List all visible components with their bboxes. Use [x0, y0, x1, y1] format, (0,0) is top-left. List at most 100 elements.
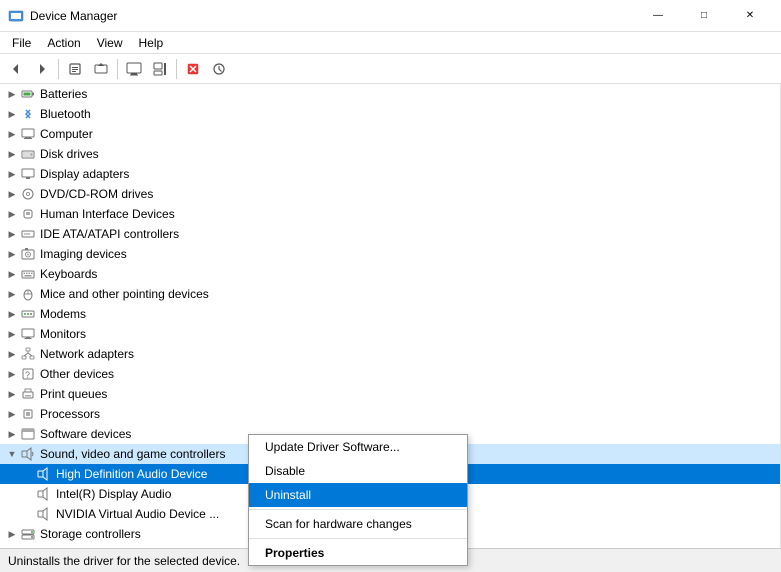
tree-item-label: Modems [40, 307, 86, 321]
window-controls[interactable]: — □ ✕ [635, 0, 773, 32]
toolbar [0, 54, 781, 84]
expand-arrow: ▶ [4, 346, 20, 362]
menu-bar: File Action View Help [0, 32, 781, 54]
audio-device-icon [36, 506, 52, 522]
hid-icon [20, 206, 36, 222]
expand-arrow: ▶ [4, 126, 20, 142]
modem-icon [20, 306, 36, 322]
expand-arrow: ▶ [4, 86, 20, 102]
expand-arrow: ▼ [4, 446, 20, 462]
storage-icon [20, 526, 36, 542]
minimize-button[interactable]: — [635, 0, 681, 32]
ctx-uninstall[interactable]: Uninstall [249, 483, 467, 507]
tree-item-computer[interactable]: ▶ Computer [0, 124, 780, 144]
tree-item-modems[interactable]: ▶ Modems [0, 304, 780, 324]
tree-item-label: Disk drives [40, 147, 99, 161]
network-icon [20, 346, 36, 362]
toolbar-separator-2 [117, 59, 118, 79]
tree-item-hid[interactable]: ▶ Human Interface Devices [0, 204, 780, 224]
tree-item-label: Intel(R) Display Audio [56, 487, 171, 501]
uninstall-toolbar-button[interactable] [181, 57, 205, 81]
display-button[interactable] [122, 57, 146, 81]
tree-item-label: System devices [40, 547, 124, 548]
ctx-properties[interactable]: Properties [249, 541, 467, 565]
maximize-button[interactable]: □ [681, 0, 727, 32]
software-icon [20, 426, 36, 442]
tree-item-label: Computer [40, 127, 93, 141]
tree-item-monitors[interactable]: ▶ Monitors [0, 324, 780, 344]
tree-item-label: High Definition Audio Device [56, 467, 207, 481]
tree-item-label: Sound, video and game controllers [40, 447, 225, 461]
other-icon: ? [20, 366, 36, 382]
tree-item-label: Human Interface Devices [40, 207, 175, 221]
disk-icon [20, 146, 36, 162]
audio-device-icon [36, 486, 52, 502]
tree-item-batteries[interactable]: ▶ Batteries [0, 84, 780, 104]
title-bar: Device Manager — □ ✕ [0, 0, 781, 32]
update-driver-button[interactable] [89, 57, 113, 81]
expand-arrow: ▶ [4, 326, 20, 342]
ctx-separator [249, 509, 467, 510]
tree-item-label: Storage controllers [40, 527, 141, 541]
tree-item-ide[interactable]: ▶ IDE ATA/ATAPI controllers [0, 224, 780, 244]
audio-device-icon [36, 466, 52, 482]
expand-arrow: ▶ [4, 246, 20, 262]
battery-icon [20, 86, 36, 102]
tree-item-label: Processors [40, 407, 100, 421]
tree-item-disk-drives[interactable]: ▶ Disk drives [0, 144, 780, 164]
menu-view[interactable]: View [89, 34, 131, 52]
forward-button[interactable] [30, 57, 54, 81]
tree-item-processors[interactable]: ▶ Processors [0, 404, 780, 424]
toolbar-separator-3 [176, 59, 177, 79]
tree-item-label: Keyboards [40, 267, 97, 281]
mouse-icon [20, 286, 36, 302]
tree-item-keyboards[interactable]: ▶ Keyboards [0, 264, 780, 284]
ctx-scan[interactable]: Scan for hardware changes [249, 512, 467, 536]
tree-item-imaging[interactable]: ▶ Imaging devices [0, 244, 780, 264]
dvd-icon [20, 186, 36, 202]
tree-item-print[interactable]: ▶ Print queues [0, 384, 780, 404]
menu-action[interactable]: Action [39, 34, 88, 52]
show-hidden-button[interactable] [148, 57, 172, 81]
app-icon [8, 8, 24, 24]
tree-item-other-devices[interactable]: ▶ ? Other devices [0, 364, 780, 384]
back-button[interactable] [4, 57, 28, 81]
toolbar-separator-1 [58, 59, 59, 79]
ide-icon [20, 226, 36, 242]
expand-arrow: ▶ [4, 146, 20, 162]
ctx-update-driver[interactable]: Update Driver Software... [249, 435, 467, 459]
properties-button[interactable] [63, 57, 87, 81]
close-button[interactable]: ✕ [727, 0, 773, 32]
tree-item-display-adapters[interactable]: ▶ Display adapters [0, 164, 780, 184]
expand-arrow: ▶ [4, 226, 20, 242]
expand-arrow: ▶ [4, 406, 20, 422]
tree-item-label: Display adapters [40, 167, 129, 181]
computer-icon [20, 126, 36, 142]
ctx-separator-2 [249, 538, 467, 539]
tree-item-dvd[interactable]: ▶ DVD/CD-ROM drives [0, 184, 780, 204]
menu-file[interactable]: File [4, 34, 39, 52]
sound-icon [20, 446, 36, 462]
display-icon [20, 166, 36, 182]
monitor-icon [20, 326, 36, 342]
tree-item-bluetooth[interactable]: ▶ Bluetooth [0, 104, 780, 124]
expand-arrow: ▶ [4, 386, 20, 402]
tree-item-network[interactable]: ▶ Network adapters [0, 344, 780, 364]
expand-arrow: ▶ [4, 266, 20, 282]
processor-icon [20, 406, 36, 422]
context-menu: Update Driver Software... Disable Uninst… [248, 434, 468, 566]
expand-arrow: ▶ [4, 526, 20, 542]
expand-arrow: ▶ [4, 166, 20, 182]
tree-item-label: Network adapters [40, 347, 134, 361]
expand-arrow: ▶ [4, 186, 20, 202]
imaging-icon [20, 246, 36, 262]
tree-item-label: Other devices [40, 367, 114, 381]
expand-arrow: ▶ [4, 286, 20, 302]
scan-button[interactable] [207, 57, 231, 81]
status-text: Uninstalls the driver for the selected d… [8, 554, 240, 568]
menu-help[interactable]: Help [131, 34, 172, 52]
tree-item-mice[interactable]: ▶ Mice and other pointing devices [0, 284, 780, 304]
expand-arrow: ▶ [4, 306, 20, 322]
main-content: ▶ Batteries ▶ Bluetooth ▶ Computer ▶ [0, 84, 781, 548]
ctx-disable[interactable]: Disable [249, 459, 467, 483]
